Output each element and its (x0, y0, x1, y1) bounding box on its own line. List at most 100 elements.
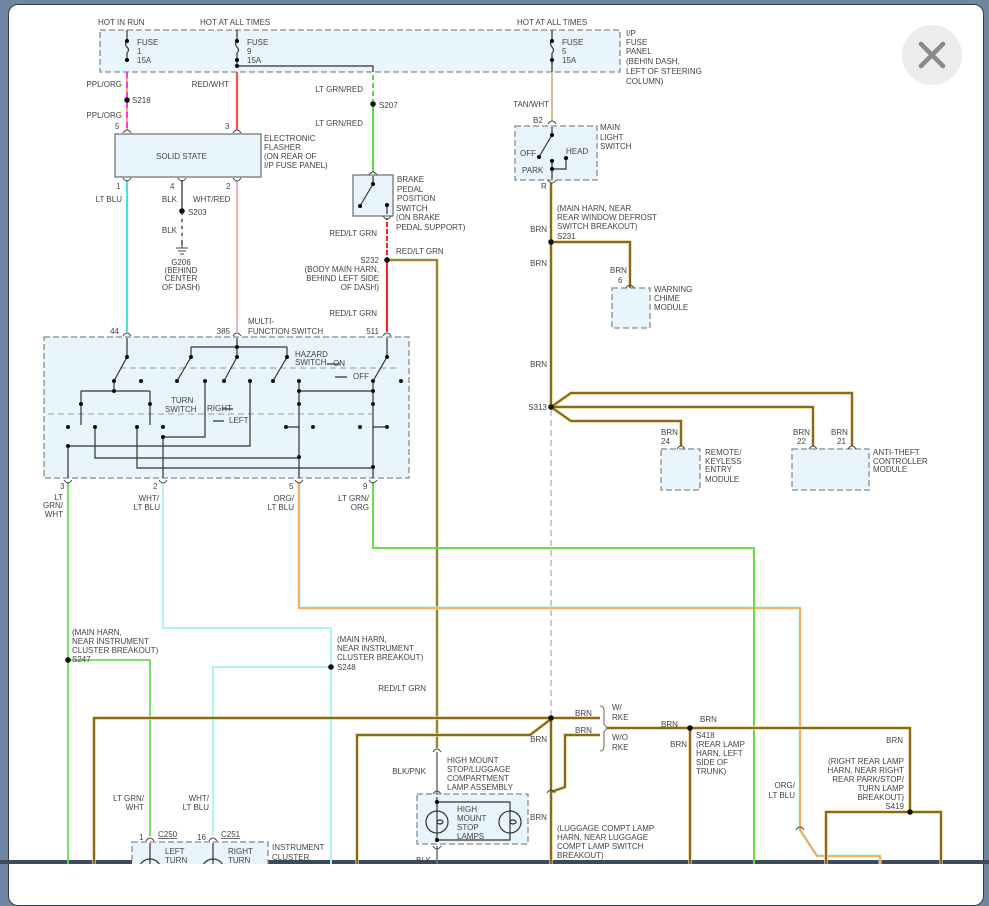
wire-label: BRN (530, 813, 547, 822)
left-turn-label: LEFT (165, 847, 185, 856)
svg-text:MODULE: MODULE (654, 303, 688, 312)
svg-text:MODULE: MODULE (873, 465, 907, 474)
switch-position-park: PARK (522, 166, 544, 175)
hazard-switch-label: SWITCH (295, 358, 327, 367)
wire-label: BRN (530, 259, 547, 268)
warning-chime-module (611, 287, 651, 329)
fuse-number: 1 (137, 47, 142, 56)
svg-text:S248: S248 (337, 663, 356, 672)
svg-text:BRAKE: BRAKE (397, 175, 424, 184)
svg-text:ELECTRONIC: ELECTRONIC (264, 134, 316, 143)
splice-label: S218 (132, 96, 151, 105)
svg-text:NEAR INSTRUMENT: NEAR INSTRUMENT (72, 637, 149, 646)
pin-label: 44 (110, 327, 119, 336)
lamp-label: LAMPS (457, 832, 484, 841)
svg-text:WARNING: WARNING (654, 285, 692, 294)
svg-text:LAMP ASSEMBLY: LAMP ASSEMBLY (447, 783, 514, 792)
rke-option-with: W/ (612, 703, 623, 712)
fuse-rating: 15A (562, 56, 577, 65)
splice-s218 (124, 97, 130, 103)
svg-text:BRN: BRN (530, 735, 547, 744)
splice-rke (548, 715, 554, 721)
svg-text:WHT/: WHT/ (139, 494, 160, 503)
close-button[interactable] (902, 25, 962, 85)
svg-text:REAR PARK/STOP/: REAR PARK/STOP/ (832, 775, 905, 784)
wire-label: TAN/WHT (513, 100, 549, 109)
svg-text:CLUSTER BREAKOUT): CLUSTER BREAKOUT) (337, 653, 424, 662)
svg-text:(BODY MAIN HARN,: (BODY MAIN HARN, (304, 265, 379, 274)
svg-text:(ON BRAKE: (ON BRAKE (396, 213, 440, 222)
ground-label: G206 (BEHIND CENTER OF DASH) (162, 258, 201, 292)
pin-label: 6 (618, 276, 623, 285)
svg-text:SIDE OF: SIDE OF (696, 758, 728, 767)
rke-option-without: RKE (612, 743, 628, 752)
svg-text:FLASHER: FLASHER (264, 143, 301, 152)
svg-text:ORG: ORG (351, 503, 369, 512)
svg-text:(MAIN HARN, NEAR: (MAIN HARN, NEAR (557, 204, 631, 213)
svg-text:WHT: WHT (126, 803, 144, 812)
splice-s207 (370, 101, 376, 107)
right-turn-label: RIGHT (228, 847, 253, 856)
svg-text:BREAKOUT): BREAKOUT) (557, 851, 604, 860)
svg-text:S419: S419 (885, 802, 904, 811)
svg-text:LEFT OF STEERING: LEFT OF STEERING (626, 67, 702, 76)
wire-label: BRN (661, 428, 678, 437)
pin-label: R (541, 182, 547, 191)
anti-theft-label: ANTI-THEFT CONTROLLER MODULE (873, 448, 928, 474)
pin-label: 3 (60, 482, 65, 491)
wire-label: BRN (530, 360, 547, 369)
splice-s232 (384, 257, 390, 263)
pin-label: 1 (116, 182, 121, 191)
switch-position-head: HEAD (566, 147, 588, 156)
pin-label: 385 (217, 327, 231, 336)
pin-label: 2 (226, 182, 231, 191)
turn-right-label: RIGHT (207, 404, 232, 413)
rke-option-with: RKE (612, 713, 628, 722)
pin-label: 2 (153, 482, 158, 491)
svg-text:LT BLU: LT BLU (268, 503, 295, 512)
wire-label: RED/LT GRN (378, 684, 426, 693)
s231-label: (MAIN HARN, NEAR REAR WINDOW DEFROST SWI… (557, 204, 657, 241)
splice-label: S313 (528, 403, 547, 412)
svg-text:MODULE: MODULE (705, 475, 739, 484)
splice-s313 (548, 404, 554, 410)
svg-text:PANEL: PANEL (626, 47, 652, 56)
wire-label: BRN (831, 428, 848, 437)
wire-label: RED/LT GRN (329, 309, 377, 318)
svg-text:S247: S247 (72, 655, 91, 664)
high-mount-label: HIGH MOUNT STOP/LUGGAGE COMPARTMENT LAMP… (447, 756, 514, 792)
fuse-rating: 15A (247, 56, 262, 65)
connector-c250: C250 (158, 830, 178, 839)
wire-label: LT GRN/ WHT WHT/ LT BLU ORG/ LT BLU LT G… (43, 493, 370, 519)
ground-icon (176, 244, 188, 255)
wire-label: BLK (162, 195, 178, 204)
wire-label: RED/WHT (192, 80, 229, 89)
wire-label: RED/LT GRN (396, 247, 444, 256)
mfs-label: MULTI- (248, 317, 274, 326)
hot-in-run-label: HOT IN RUN (98, 18, 145, 27)
pin-label: 3 (225, 122, 230, 131)
splice-label: S207 (379, 101, 398, 110)
wire-label: BRN (575, 726, 592, 735)
wire-label: LT BLU (96, 195, 123, 204)
pin-label: 16 (197, 833, 206, 842)
splice-s247 (65, 657, 71, 663)
turn-switch-label: TURN (171, 396, 193, 405)
hot-at-all-times-label: HOT AT ALL TIMES (517, 18, 587, 27)
svg-text:(RIGHT REAR LAMP: (RIGHT REAR LAMP (828, 757, 904, 766)
turn-left-label: LEFT (229, 416, 249, 425)
splice-label: S203 (188, 208, 207, 217)
svg-text:(REAR LAMP: (REAR LAMP (696, 740, 745, 749)
svg-text:OF DASH): OF DASH) (341, 283, 380, 292)
s248-label: (MAIN HARN, NEAR INSTRUMENT CLUSTER BREA… (337, 635, 424, 672)
splice-s418 (687, 725, 693, 731)
svg-text:(LUGGAGE COMPT LAMP: (LUGGAGE COMPT LAMP (557, 824, 654, 833)
instrument-cluster-label: CLUSTER (272, 853, 310, 862)
fuse-number: 5 (562, 47, 567, 56)
close-icon (918, 41, 946, 69)
hazard-off-label: OFF (353, 372, 369, 381)
hazard-on-label: ON (333, 359, 345, 368)
splice-s248 (328, 664, 334, 670)
mfs-label: FUNCTION SWITCH (248, 327, 323, 336)
svg-text:MAIN: MAIN (600, 123, 620, 132)
